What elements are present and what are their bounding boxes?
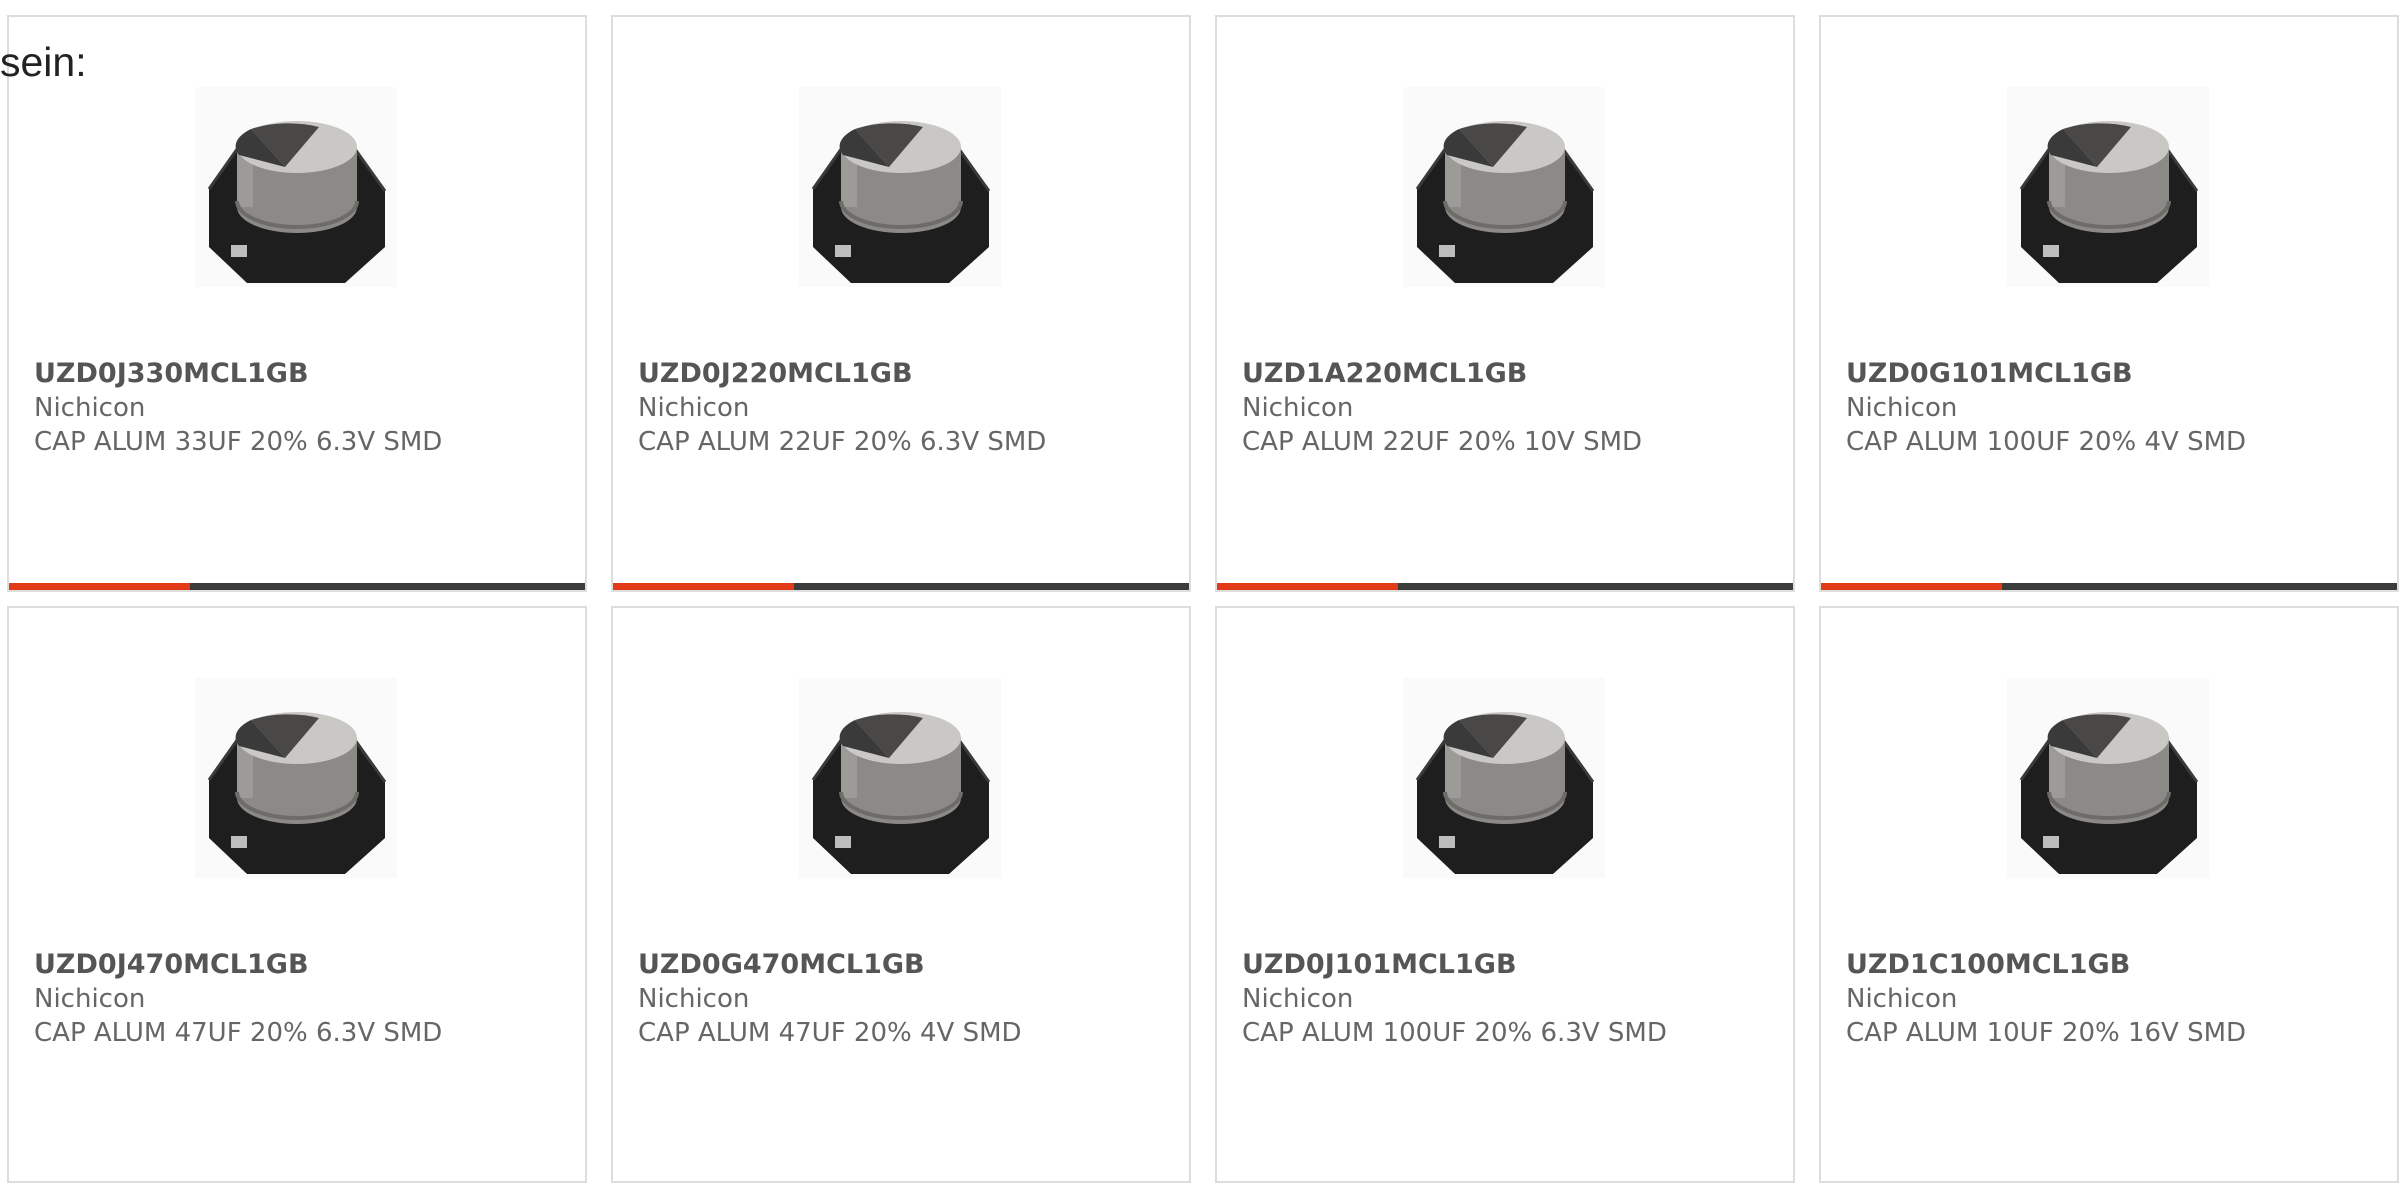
product-description: CAP ALUM 47UF 20% 4V SMD <box>638 1018 1022 1048</box>
smd-capacitor-image <box>207 121 387 283</box>
product-card[interactable]: UZD0J220MCL1GB Nichicon CAP ALUM 22UF 20… <box>611 15 1191 592</box>
product-image[interactable] <box>2007 87 2209 287</box>
card-bottom-bar <box>1821 583 2397 590</box>
card-bottom-bar <box>1217 583 1793 590</box>
manufacturer-name: Nichicon <box>34 984 146 1014</box>
product-description: CAP ALUM 100UF 20% 6.3V SMD <box>1242 1018 1667 1048</box>
product-grid: UZD0J330MCL1GB Nichicon CAP ALUM 33UF 20… <box>7 15 2400 1183</box>
part-number-link[interactable]: UZD0G101MCL1GB <box>1846 357 2377 391</box>
product-description: CAP ALUM 100UF 20% 4V SMD <box>1846 427 2247 457</box>
part-number-link[interactable]: UZD0J220MCL1GB <box>638 357 1169 391</box>
product-info: UZD1C100MCL1GB Nichicon CAP ALUM 10UF 20… <box>1846 948 2377 1050</box>
smd-capacitor-image <box>207 712 387 874</box>
manufacturer-name: Nichicon <box>638 393 750 423</box>
smd-capacitor-image <box>1415 712 1595 874</box>
product-image[interactable] <box>799 87 1001 287</box>
product-info: UZD0J101MCL1GB Nichicon CAP ALUM 100UF 2… <box>1242 948 1773 1050</box>
product-card[interactable]: UZD0G101MCL1GB Nichicon CAP ALUM 100UF 2… <box>1819 15 2399 592</box>
lead-text: sein: <box>0 39 87 85</box>
product-image[interactable] <box>799 678 1001 878</box>
product-image[interactable] <box>1403 87 1605 287</box>
manufacturer-name: Nichicon <box>638 984 750 1014</box>
manufacturer-name: Nichicon <box>1846 984 1958 1014</box>
smd-capacitor-image <box>1415 121 1595 283</box>
product-description: CAP ALUM 33UF 20% 6.3V SMD <box>34 427 443 457</box>
product-card[interactable]: UZD0J101MCL1GB Nichicon CAP ALUM 100UF 2… <box>1215 606 1795 1183</box>
smd-capacitor-image <box>2019 712 2199 874</box>
card-accent-bar <box>613 583 795 590</box>
product-card[interactable]: UZD0J330MCL1GB Nichicon CAP ALUM 33UF 20… <box>7 15 587 592</box>
card-accent-bar <box>1821 583 2003 590</box>
product-card[interactable]: UZD0G470MCL1GB Nichicon CAP ALUM 47UF 20… <box>611 606 1191 1183</box>
product-card[interactable]: UZD0J470MCL1GB Nichicon CAP ALUM 47UF 20… <box>7 606 587 1183</box>
part-number-link[interactable]: UZD0J470MCL1GB <box>34 948 565 982</box>
card-bottom-bar <box>9 583 585 590</box>
part-number-link[interactable]: UZD0G470MCL1GB <box>638 948 1169 982</box>
part-number-link[interactable]: UZD0J330MCL1GB <box>34 357 565 391</box>
part-number-link[interactable]: UZD1C100MCL1GB <box>1846 948 2377 982</box>
product-description: CAP ALUM 47UF 20% 6.3V SMD <box>34 1018 443 1048</box>
card-accent-bar <box>1217 583 1399 590</box>
product-description: CAP ALUM 22UF 20% 10V SMD <box>1242 427 1643 457</box>
manufacturer-name: Nichicon <box>1846 393 1958 423</box>
part-number-link[interactable]: UZD1A220MCL1GB <box>1242 357 1773 391</box>
card-accent-bar <box>9 583 191 590</box>
product-info: UZD0J330MCL1GB Nichicon CAP ALUM 33UF 20… <box>34 357 565 459</box>
product-info: UZD0J470MCL1GB Nichicon CAP ALUM 47UF 20… <box>34 948 565 1050</box>
product-image[interactable] <box>2007 678 2209 878</box>
product-image[interactable] <box>195 678 397 878</box>
manufacturer-name: Nichicon <box>1242 984 1354 1014</box>
manufacturer-name: Nichicon <box>1242 393 1354 423</box>
product-description: CAP ALUM 10UF 20% 16V SMD <box>1846 1018 2247 1048</box>
product-info: UZD1A220MCL1GB Nichicon CAP ALUM 22UF 20… <box>1242 357 1773 459</box>
product-card[interactable]: UZD1A220MCL1GB Nichicon CAP ALUM 22UF 20… <box>1215 15 1795 592</box>
product-card[interactable]: UZD1C100MCL1GB Nichicon CAP ALUM 10UF 20… <box>1819 606 2399 1183</box>
product-description: CAP ALUM 22UF 20% 6.3V SMD <box>638 427 1047 457</box>
card-bottom-bar <box>613 583 1189 590</box>
product-image[interactable] <box>195 87 397 287</box>
smd-capacitor-image <box>811 121 991 283</box>
product-image[interactable] <box>1403 678 1605 878</box>
part-number-link[interactable]: UZD0J101MCL1GB <box>1242 948 1773 982</box>
smd-capacitor-image <box>811 712 991 874</box>
product-info: UZD0J220MCL1GB Nichicon CAP ALUM 22UF 20… <box>638 357 1169 459</box>
product-info: UZD0G470MCL1GB Nichicon CAP ALUM 47UF 20… <box>638 948 1169 1050</box>
manufacturer-name: Nichicon <box>34 393 146 423</box>
smd-capacitor-image <box>2019 121 2199 283</box>
product-info: UZD0G101MCL1GB Nichicon CAP ALUM 100UF 2… <box>1846 357 2377 459</box>
